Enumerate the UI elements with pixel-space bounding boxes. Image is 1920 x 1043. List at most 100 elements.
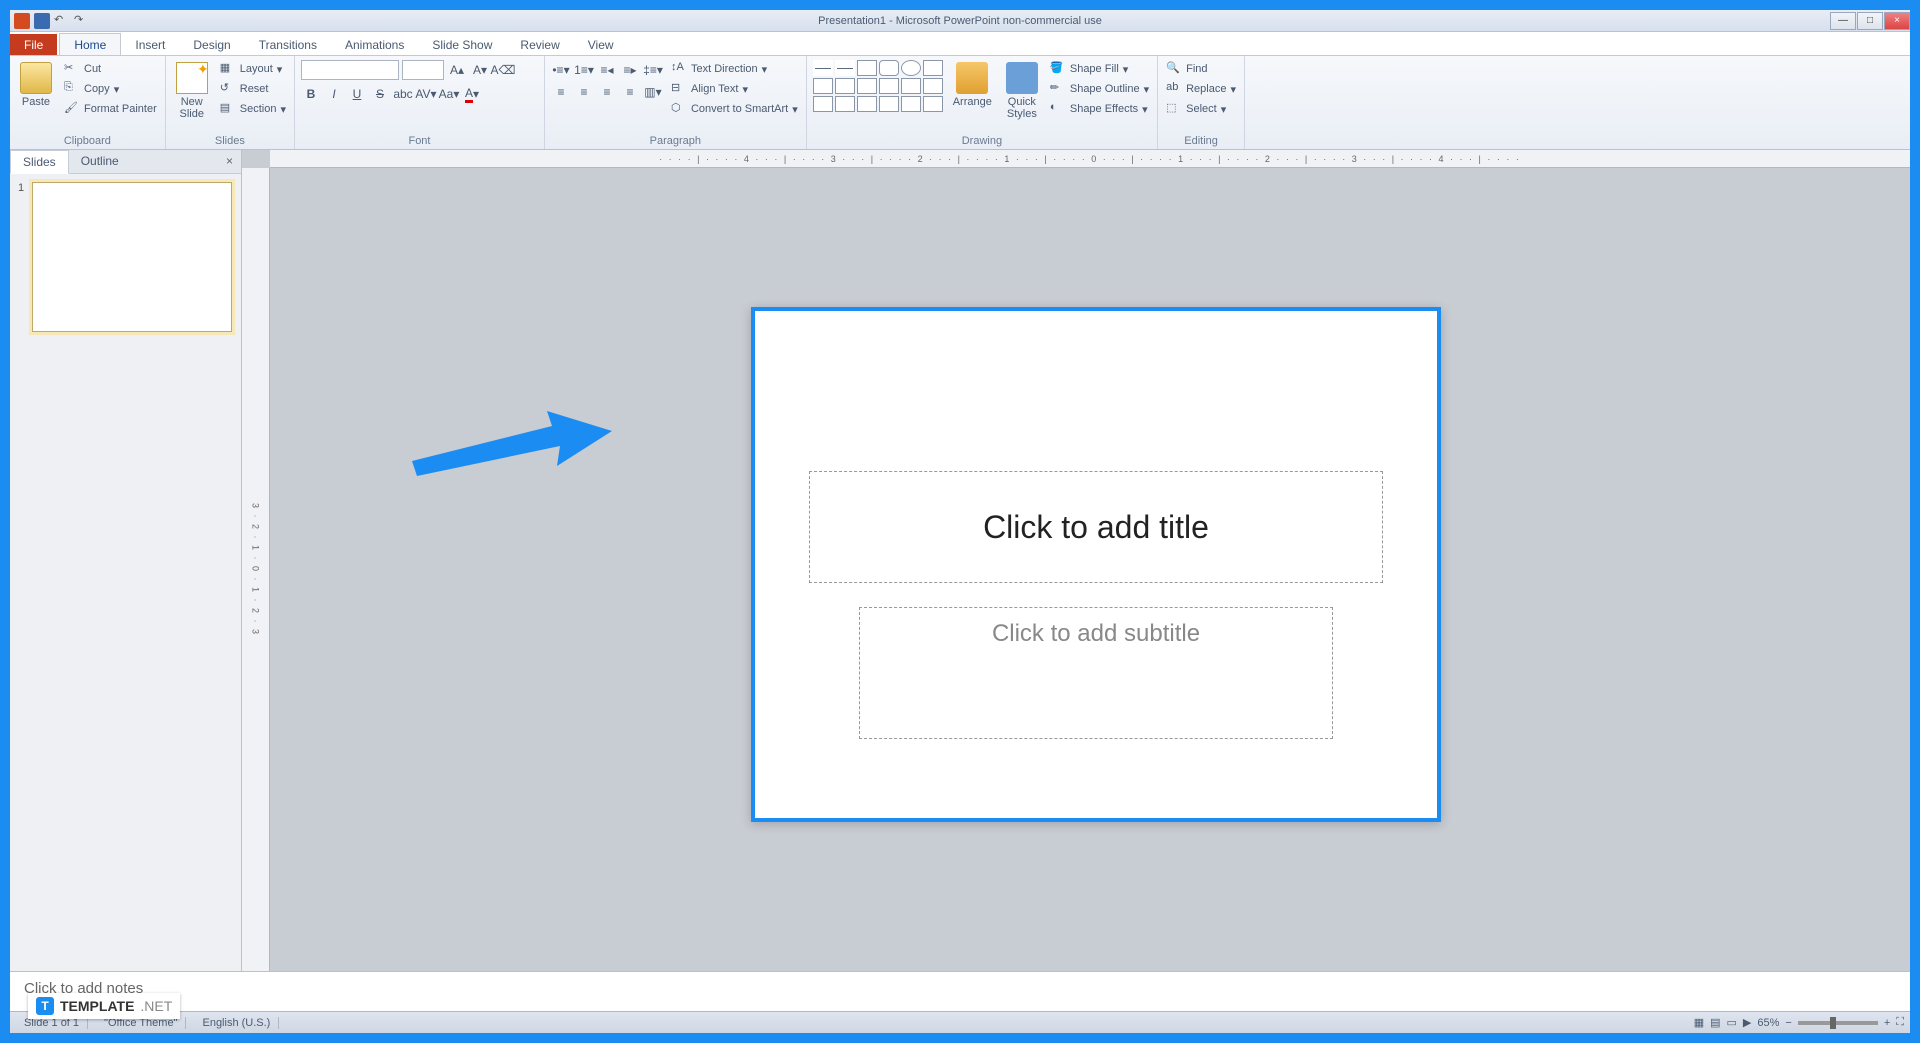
shape-connector[interactable] (813, 96, 833, 112)
line-spacing-button[interactable]: ‡≡▾ (643, 60, 663, 80)
paste-button[interactable]: Paste (16, 60, 56, 110)
subtitle-placeholder[interactable]: Click to add subtitle (859, 607, 1333, 739)
reset-button[interactable]: ↺Reset (218, 80, 288, 98)
shape-star[interactable] (857, 96, 877, 112)
find-icon: 🔍 (1166, 61, 1182, 77)
thumbnail-area[interactable]: 1 (10, 174, 241, 971)
section-button[interactable]: ▤Section ▾ (218, 100, 288, 118)
tab-home[interactable]: Home (59, 33, 121, 55)
view-reading-button[interactable]: ▭ (1727, 1016, 1737, 1029)
shapes-gallery[interactable] (813, 60, 943, 112)
shape-brace[interactable] (901, 78, 921, 94)
panel-tab-outline[interactable]: Outline (69, 150, 131, 173)
justify-button[interactable]: ≡ (620, 82, 640, 102)
font-size-combo[interactable] (402, 60, 444, 80)
title-placeholder[interactable]: Click to add title (809, 471, 1383, 583)
char-spacing-button[interactable]: AV▾ (416, 84, 436, 104)
shape-fill-button[interactable]: 🪣Shape Fill ▾ (1048, 60, 1151, 78)
convert-smartart-button[interactable]: ⬡Convert to SmartArt ▾ (669, 100, 800, 118)
shape-arrow3[interactable] (857, 78, 877, 94)
status-language[interactable]: English (U.S.) (194, 1017, 279, 1029)
shape-callout[interactable] (879, 96, 899, 112)
shape-brace2[interactable] (923, 78, 943, 94)
shape-line[interactable] (813, 60, 833, 76)
tab-slideshow[interactable]: Slide Show (418, 34, 506, 55)
align-left-button[interactable]: ≡ (551, 82, 571, 102)
tab-animations[interactable]: Animations (331, 34, 418, 55)
tab-design[interactable]: Design (179, 34, 244, 55)
shrink-font-button[interactable]: A▾ (470, 60, 490, 80)
layout-button[interactable]: ▦Layout ▾ (218, 60, 288, 78)
zoom-level[interactable]: 65% (1757, 1017, 1779, 1029)
replace-button[interactable]: abReplace ▾ (1164, 80, 1238, 98)
minimize-button[interactable]: — (1830, 12, 1856, 30)
horizontal-ruler[interactable]: · · · · | · · · · 4 · · · | · · · · 3 · … (270, 150, 1910, 168)
slide-thumbnail-1[interactable]: 1 (18, 182, 233, 332)
shape-more1[interactable] (901, 96, 921, 112)
shape-triangle[interactable] (923, 60, 943, 76)
text-direction-button[interactable]: ↕AText Direction ▾ (669, 60, 800, 78)
quick-styles-button[interactable]: Quick Styles (1002, 60, 1042, 122)
close-button[interactable]: × (1884, 12, 1910, 30)
bullets-button[interactable]: •≡▾ (551, 60, 571, 80)
view-slideshow-button[interactable]: ▶ (1743, 1016, 1751, 1029)
redo-icon[interactable]: ↷ (74, 13, 90, 29)
bold-button[interactable]: B (301, 84, 321, 104)
decrease-indent-button[interactable]: ≡◂ (597, 60, 617, 80)
align-center-button[interactable]: ≡ (574, 82, 594, 102)
shape-outline-button[interactable]: ✏Shape Outline ▾ (1048, 80, 1151, 98)
new-slide-button[interactable]: ✦ New Slide (172, 60, 212, 122)
shape-arrow2[interactable] (835, 78, 855, 94)
panel-close-button[interactable]: × (218, 150, 241, 173)
shape-rounded[interactable] (879, 60, 899, 76)
cut-button[interactable]: ✂Cut (62, 60, 159, 78)
maximize-button[interactable]: □ (1857, 12, 1883, 30)
underline-button[interactable]: U (347, 84, 367, 104)
copy-button[interactable]: ⎘Copy ▾ (62, 80, 159, 98)
zoom-in-button[interactable]: + (1884, 1017, 1890, 1029)
select-button[interactable]: ⬚Select ▾ (1164, 100, 1238, 118)
italic-button[interactable]: I (324, 84, 344, 104)
view-sorter-button[interactable]: ▤ (1710, 1016, 1720, 1029)
tab-insert[interactable]: Insert (121, 34, 179, 55)
file-tab[interactable]: File (10, 34, 57, 55)
numbering-button[interactable]: 1≡▾ (574, 60, 594, 80)
outline-icon: ✏ (1050, 81, 1066, 97)
vertical-ruler[interactable]: 3 · 2 · 1 · 0 · 1 · 2 · 3 (242, 168, 270, 971)
panel-tab-slides[interactable]: Slides (10, 150, 69, 174)
section-icon: ▤ (220, 101, 236, 117)
clear-formatting-button[interactable]: A⌫ (493, 60, 513, 80)
fit-to-window-button[interactable]: ⛶ (1896, 1016, 1904, 1029)
tab-transitions[interactable]: Transitions (245, 34, 331, 55)
tab-view[interactable]: View (574, 34, 628, 55)
zoom-out-button[interactable]: − (1785, 1017, 1791, 1029)
notes-pane[interactable]: Click to add notes (10, 971, 1910, 1011)
shape-rect[interactable] (857, 60, 877, 76)
zoom-slider[interactable] (1798, 1021, 1878, 1025)
increase-indent-button[interactable]: ≡▸ (620, 60, 640, 80)
format-painter-button[interactable]: 🖌Format Painter (62, 100, 159, 118)
columns-button[interactable]: ▥▾ (643, 82, 663, 102)
save-icon[interactable] (34, 13, 50, 29)
shape-more2[interactable] (923, 96, 943, 112)
align-text-button[interactable]: ⊟Align Text ▾ (669, 80, 800, 98)
view-normal-button[interactable]: ▦ (1694, 1016, 1704, 1029)
shape-diamond[interactable] (813, 78, 833, 94)
tab-review[interactable]: Review (506, 34, 573, 55)
slide-canvas[interactable]: Click to add title Click to add subtitle (751, 307, 1441, 822)
font-name-combo[interactable] (301, 60, 399, 80)
grow-font-button[interactable]: A▴ (447, 60, 467, 80)
align-right-button[interactable]: ≡ (597, 82, 617, 102)
arrange-button[interactable]: Arrange (949, 60, 996, 110)
shape-arrow4[interactable] (879, 78, 899, 94)
change-case-button[interactable]: Aa▾ (439, 84, 459, 104)
shape-effects-button[interactable]: ◐Shape Effects ▾ (1048, 100, 1151, 118)
strikethrough-button[interactable]: S (370, 84, 390, 104)
shape-arrow[interactable] (835, 60, 855, 76)
shape-oval[interactable] (901, 60, 921, 76)
undo-icon[interactable]: ↶ (54, 13, 70, 29)
shadow-button[interactable]: abc (393, 84, 413, 104)
font-color-button[interactable]: A▾ (462, 84, 482, 104)
shape-connector2[interactable] (835, 96, 855, 112)
find-button[interactable]: 🔍Find (1164, 60, 1238, 78)
